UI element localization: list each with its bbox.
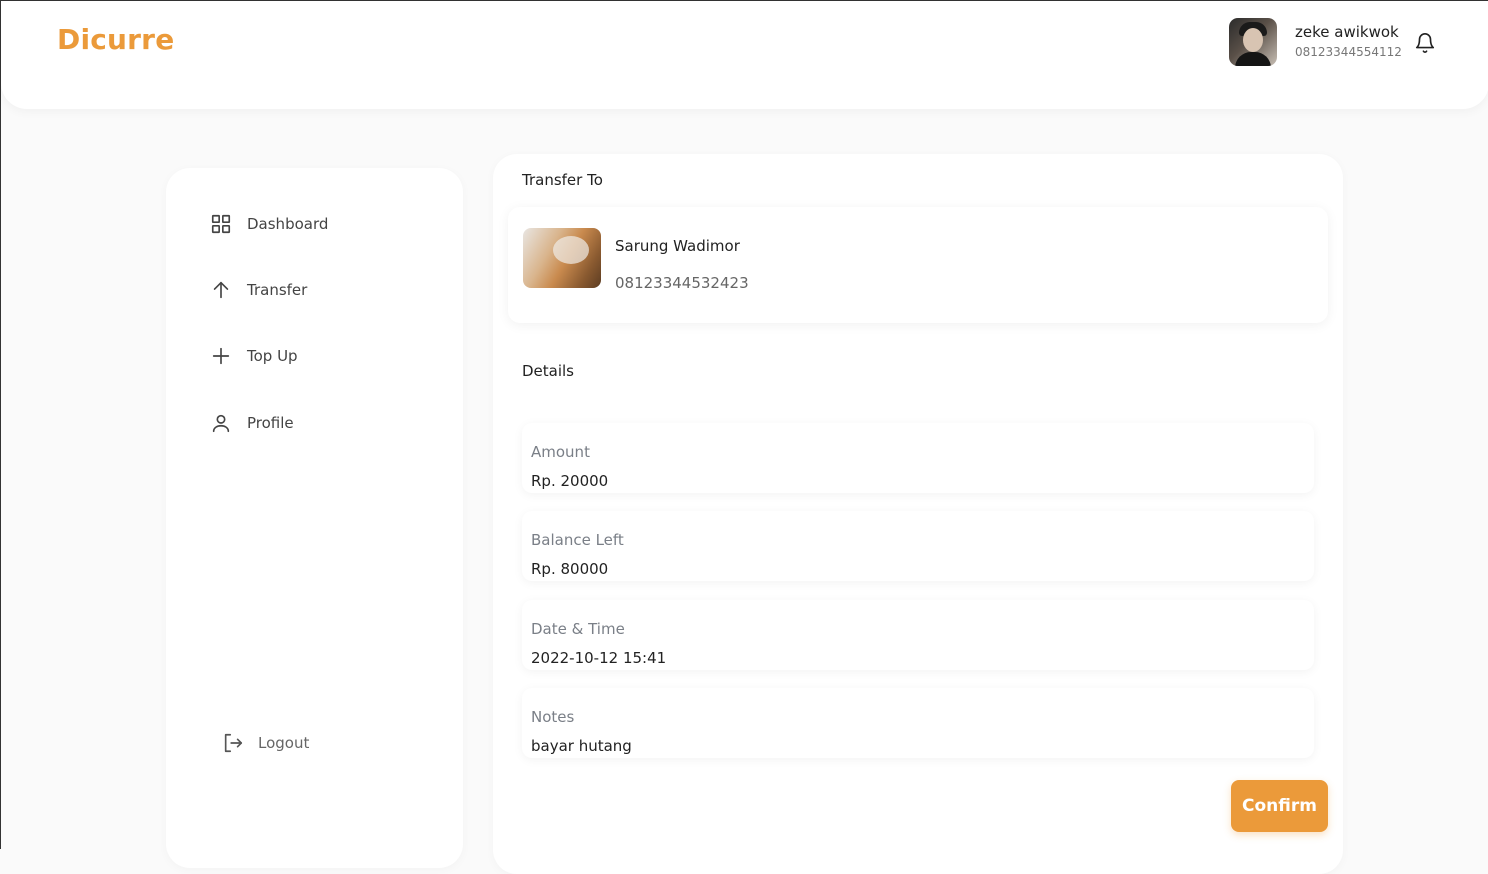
sidebar-item-label: Top Up [247, 347, 298, 365]
details-title: Details [522, 362, 575, 380]
recipient-phone: 08123344532423 [615, 274, 749, 292]
bell-icon[interactable] [1414, 31, 1436, 55]
user-phone: 08123344554112 [1295, 45, 1402, 59]
detail-label: Balance Left [531, 531, 624, 549]
detail-label: Amount [531, 443, 590, 461]
confirm-button[interactable]: Confirm [1231, 780, 1328, 832]
detail-notes: Notes bayar hutang [522, 688, 1314, 758]
detail-value: Rp. 20000 [531, 472, 609, 490]
logout-icon [224, 733, 243, 753]
detail-amount: Amount Rp. 20000 [522, 423, 1314, 493]
transfer-confirmation-panel: Transfer To Sarung Wadimor 0812334453242… [493, 154, 1343, 874]
detail-label: Date & Time [531, 620, 625, 638]
detail-label: Notes [531, 708, 575, 726]
plus-icon [212, 347, 230, 365]
sidebar-item-label: Profile [247, 414, 294, 432]
recipient-name: Sarung Wadimor [615, 237, 740, 255]
sidebar: Dashboard Transfer Top Up Profile Logout [166, 168, 463, 868]
recipient-card: Sarung Wadimor 08123344532423 [508, 207, 1328, 323]
top-header: Dicurre zeke awikwok 08123344554112 [1, 1, 1488, 109]
arrow-up-icon [213, 281, 229, 299]
sidebar-item-dashboard[interactable]: Dashboard [210, 210, 328, 238]
app-window: Dicurre zeke awikwok 08123344554112 Dash… [0, 0, 1488, 874]
sidebar-item-label: Dashboard [247, 215, 329, 233]
grid-icon [211, 214, 231, 234]
detail-value: Rp. 80000 [531, 560, 609, 578]
sidebar-item-top-up[interactable]: Top Up [210, 342, 298, 370]
recipient-avatar [523, 228, 601, 288]
transfer-to-title: Transfer To [522, 171, 603, 189]
detail-date-time: Date & Time 2022-10-12 15:41 [522, 600, 1314, 670]
detail-value: 2022-10-12 15:41 [531, 649, 667, 667]
sidebar-item-transfer[interactable]: Transfer [210, 276, 307, 304]
user-name: zeke awikwok [1295, 23, 1399, 41]
detail-value: bayar hutang [531, 737, 632, 755]
user-avatar[interactable] [1229, 18, 1277, 66]
sidebar-item-label: Transfer [247, 281, 308, 299]
logout-button[interactable]: Logout [222, 732, 309, 754]
sidebar-item-profile[interactable]: Profile [210, 409, 294, 437]
logout-label: Logout [258, 734, 310, 752]
detail-balance-left: Balance Left Rp. 80000 [522, 511, 1314, 581]
brand-logo[interactable]: Dicurre [57, 23, 174, 56]
user-icon [212, 414, 230, 433]
